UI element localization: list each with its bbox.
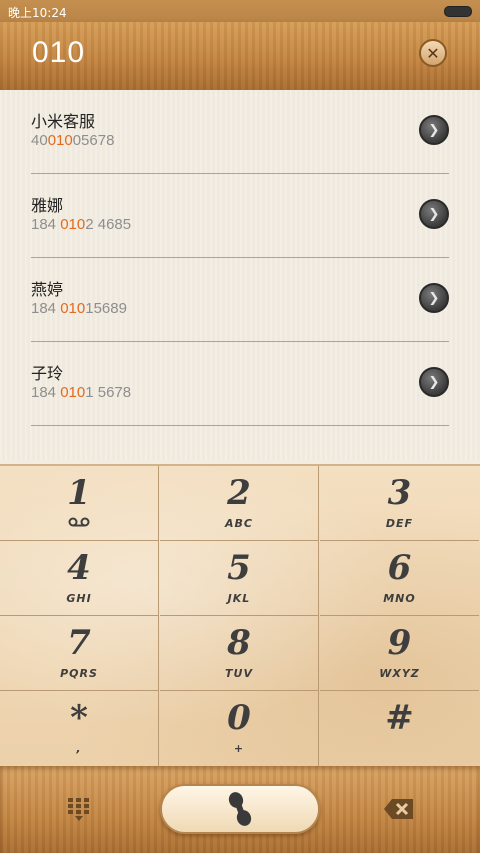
contact-results-list: 小米客服 4001005678 ❯ 雅娜 184 0102 4685 ❯ 燕婷 …	[0, 90, 480, 460]
key-star[interactable]: * ,	[0, 691, 159, 766]
key-letters: WXYZ	[379, 667, 420, 680]
key-digit: 0	[227, 698, 251, 738]
dial-keypad: 1 2 ABC 3 DEF 4 GHI 5 JKL 6 MNO 7 PQRS 8…	[0, 464, 480, 768]
backspace-icon[interactable]	[383, 797, 415, 821]
battery-icon	[444, 6, 472, 17]
key-digit: *	[70, 698, 88, 738]
contact-number: 184 01015689	[31, 300, 127, 317]
chevron-right-icon[interactable]: ❯	[419, 283, 449, 313]
key-digit: 5	[227, 548, 251, 588]
key-letters: GHI	[66, 592, 92, 605]
key-letters: DEF	[385, 517, 414, 530]
key-letters: MNO	[383, 592, 416, 605]
status-time: 晚上10:24	[8, 6, 67, 20]
key-letters: ,	[76, 742, 82, 755]
contact-row[interactable]: 子玲 184 0101 5678 ❯	[31, 342, 449, 426]
dialpad-icon[interactable]	[66, 796, 92, 822]
chevron-right-icon[interactable]: ❯	[419, 115, 449, 145]
key-letters: +	[233, 742, 245, 755]
key-digit: 4	[67, 548, 91, 588]
key-letters: PQRS	[60, 667, 98, 680]
key-letters: ABC	[225, 517, 253, 530]
key-3[interactable]: 3 DEF	[320, 466, 479, 541]
key-0[interactable]: 0 +	[160, 691, 319, 766]
contact-row[interactable]: 雅娜 184 0102 4685 ❯	[31, 174, 449, 258]
key-digit: 7	[67, 623, 91, 663]
key-8[interactable]: 8 TUV	[160, 616, 319, 691]
voicemail-icon	[0, 517, 158, 530]
contact-row[interactable]: 小米客服 4001005678 ❯	[31, 90, 449, 174]
key-digit: #	[385, 698, 414, 738]
key-digit: 1	[67, 473, 91, 513]
chevron-right-icon[interactable]: ❯	[419, 199, 449, 229]
key-7[interactable]: 7 PQRS	[0, 616, 159, 691]
key-digit: 6	[387, 548, 412, 588]
key-5[interactable]: 5 JKL	[160, 541, 319, 616]
key-1[interactable]: 1	[0, 466, 159, 541]
key-digit: 2	[227, 473, 251, 513]
contact-name: 小米客服	[31, 112, 96, 131]
dialed-number: 010	[32, 36, 86, 69]
contact-name: 子玲	[31, 364, 64, 383]
key-2[interactable]: 2 ABC	[160, 466, 319, 541]
key-digit: 9	[387, 623, 412, 663]
contact-name: 雅娜	[31, 196, 64, 215]
bottom-action-bar	[0, 766, 480, 853]
key-digit: 8	[227, 623, 251, 663]
contact-number: 4001005678	[31, 132, 115, 149]
call-button[interactable]	[160, 784, 320, 834]
key-letters: JKL	[227, 592, 251, 605]
contact-number: 184 0102 4685	[31, 216, 132, 233]
contact-number: 184 0101 5678	[31, 384, 132, 401]
chevron-right-icon[interactable]: ❯	[419, 367, 449, 397]
key-digit: 3	[387, 473, 412, 513]
clear-icon[interactable]: ✕	[419, 39, 447, 67]
contact-name: 燕婷	[31, 280, 64, 299]
status-bar: 晚上10:24	[0, 0, 480, 22]
dial-header: 010 ✕	[0, 22, 480, 90]
key-6[interactable]: 6 MNO	[320, 541, 479, 616]
key-hash[interactable]: #	[320, 691, 479, 766]
key-letters: TUV	[225, 667, 253, 680]
key-9[interactable]: 9 WXYZ	[320, 616, 479, 691]
phone-icon	[228, 792, 252, 826]
contact-row[interactable]: 燕婷 184 01015689 ❯	[31, 258, 449, 342]
key-4[interactable]: 4 GHI	[0, 541, 159, 616]
